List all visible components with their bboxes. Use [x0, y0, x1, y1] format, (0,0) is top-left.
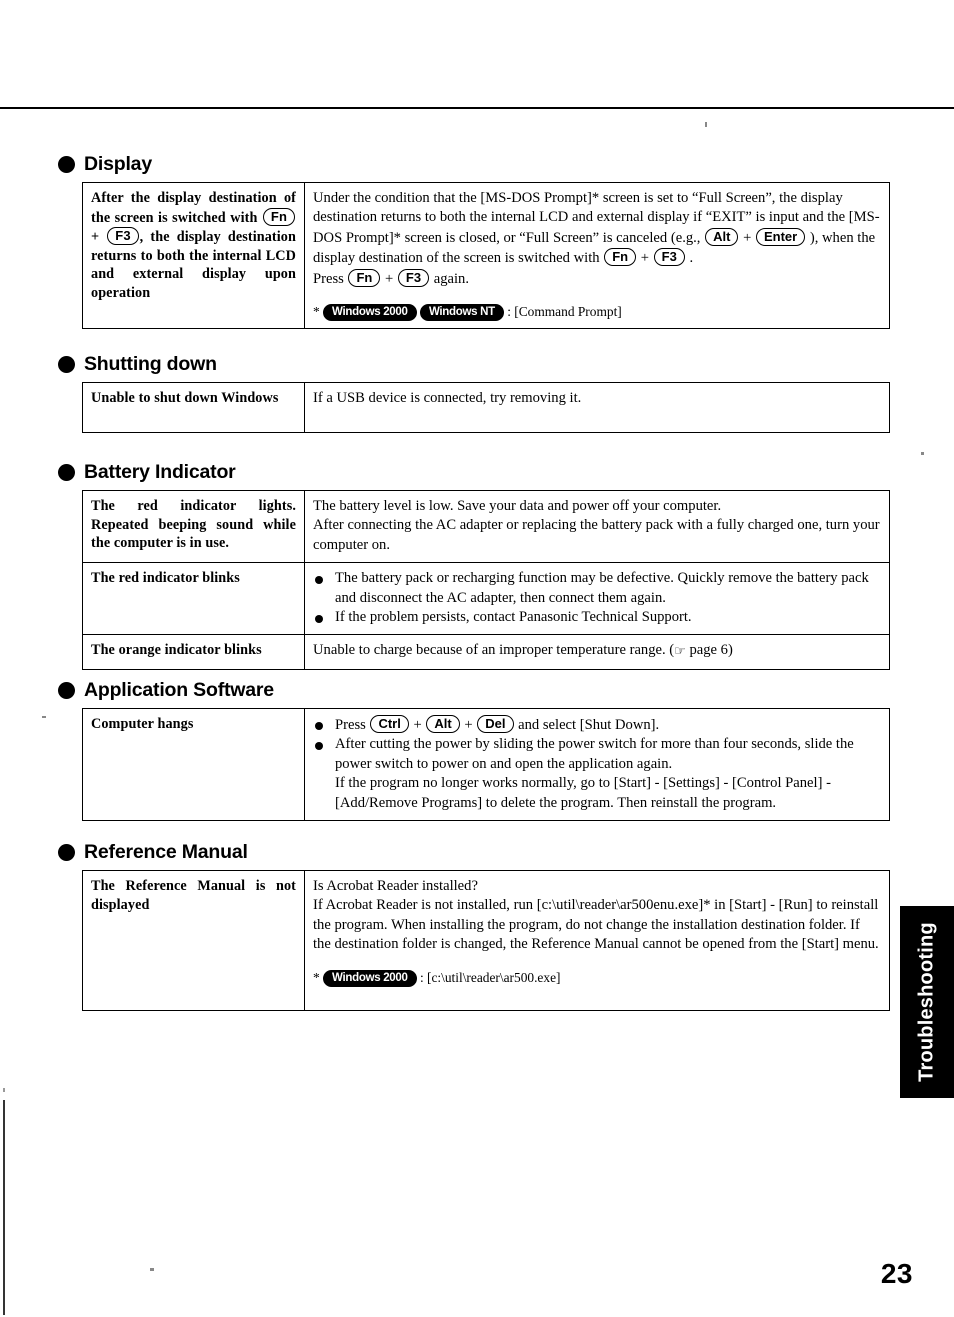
filled-circle-bullet-icon: [58, 355, 75, 373]
symptom-cell: The red indicator blinks: [82, 562, 305, 636]
page-number: 23: [880, 1258, 913, 1289]
key-cap-alt: Alt: [426, 715, 460, 733]
os-badge-windows-2000: Windows 2000: [323, 969, 417, 987]
symptom-text: After the display destination of the scr…: [91, 190, 296, 301]
section-heading: Display: [58, 152, 890, 176]
symptom-cell: Unable to shut down Windows: [82, 382, 305, 433]
solution-cell: Is Acrobat Reader installed? If Acrobat R…: [304, 870, 890, 1011]
solution-cell: The battery level is low. Save your data…: [304, 489, 890, 564]
solution-text: Under the condition that the [MS-DOS Pro…: [313, 190, 880, 287]
table-row: The red indicator lights. Repeated beepi…: [82, 489, 890, 564]
table-row: The red indicator blinks The battery pack…: [82, 562, 890, 636]
solution-cell: The battery pack or recharging function …: [304, 562, 890, 636]
symptom-cell: The red indicator lights. Repeated beepi…: [82, 489, 305, 564]
os-badge-windows-2000: Windows 2000: [323, 304, 417, 322]
scan-speck: [921, 452, 924, 455]
solution-text: Unable to charge because of an improper …: [313, 642, 733, 660]
symptom-text: Computer hangs: [91, 716, 194, 732]
key-cap-ctrl: Ctrl: [370, 715, 409, 733]
key-cap-del: Del: [477, 715, 514, 733]
key-cap-fn: Fn: [604, 248, 637, 267]
section-reference-manual: Reference Manual The Reference Manual is …: [58, 840, 890, 1011]
header-rule: [0, 107, 954, 109]
symptom-text: The red indicator blinks: [91, 570, 240, 587]
footnote: * Windows 2000 : [c:\util\reader\ar500.e…: [313, 969, 561, 987]
section-heading: Reference Manual: [58, 840, 890, 864]
symptom-text: The red indicator lights. Repeated beepi…: [91, 498, 296, 552]
troubleshooting-table: Computer hangs Press Ctrl + Alt + Del and…: [82, 707, 890, 822]
key-cap-alt: Alt: [705, 227, 739, 246]
section-heading: Battery Indicator: [58, 460, 890, 484]
symptom-text: The orange indicator blinks: [91, 642, 262, 659]
troubleshooting-table: The Reference Manual is not displayed Is …: [82, 870, 890, 1011]
troubleshooting-table: The red indicator lights. Repeated beepi…: [82, 489, 890, 670]
solution-cell: If a USB device is connected, try removi…: [304, 382, 890, 433]
troubleshooting-table: Unable to shut down Windows If a USB devi…: [82, 382, 890, 433]
solution-bullet-list: Press Ctrl + Alt + Del and select [Shut …: [313, 715, 881, 813]
filled-circle-bullet-icon: [58, 681, 75, 699]
section-shutting-down: Shutting down Unable to shut down Windows…: [58, 352, 890, 433]
section-heading-label: Battery Indicator: [84, 460, 236, 483]
solution-text: If a USB device is connected, try removi…: [313, 390, 582, 406]
solution-bullet-list: The battery pack or recharging function …: [313, 569, 881, 627]
section-display: Display After the display destination of …: [58, 152, 890, 330]
filled-circle-bullet-icon: [58, 155, 75, 173]
scan-speck: [705, 122, 707, 127]
symptom-cell: After the display destination of the scr…: [82, 181, 305, 330]
key-cap-fn: Fn: [348, 268, 381, 287]
list-item: Press Ctrl + Alt + Del and select [Shut …: [313, 715, 881, 735]
side-tab-troubleshooting: Troubleshooting: [900, 906, 954, 1098]
section-heading-label: Application Software: [84, 678, 274, 701]
list-item: After cutting the power by sliding the p…: [313, 735, 881, 813]
key-cap-fn: Fn: [262, 207, 295, 226]
filled-circle-bullet-icon: [58, 843, 75, 861]
key-cap-f3: F3: [653, 248, 685, 267]
solution-text: The battery level is low. Save your data…: [313, 498, 880, 553]
table-row: Computer hangs Press Ctrl + Alt + Del and…: [82, 707, 890, 822]
section-heading-label: Reference Manual: [84, 840, 248, 863]
list-item: The battery pack or recharging function …: [313, 569, 881, 608]
solution-cell: Under the condition that the [MS-DOS Pro…: [304, 181, 890, 330]
key-cap-enter: Enter: [755, 227, 806, 246]
troubleshooting-table: After the display destination of the scr…: [82, 181, 890, 330]
section-heading-label: Shutting down: [84, 352, 217, 375]
list-item: If the problem persists, contact Panason…: [313, 608, 881, 627]
section-heading-label: Display: [84, 152, 152, 175]
pointing-hand-icon: ☞: [674, 644, 686, 660]
symptom-text: Unable to shut down Windows: [91, 390, 279, 406]
symptom-cell: The Reference Manual is not displayed: [82, 870, 305, 1011]
table-row: Unable to shut down Windows If a USB devi…: [82, 382, 890, 433]
table-row: After the display destination of the scr…: [82, 181, 890, 330]
solution-cell: Unable to charge because of an improper …: [304, 634, 890, 670]
section-battery-indicator: Battery Indicator The red indicator light…: [58, 460, 890, 670]
os-badge-windows-nt: Windows NT: [419, 304, 504, 322]
section-heading: Application Software: [58, 678, 890, 702]
document-page: Display After the display destination of …: [0, 0, 954, 1317]
side-tab-label: Troubleshooting: [915, 922, 938, 1082]
filled-circle-bullet-icon: [58, 463, 75, 481]
scan-artifact-left-2: [3, 1088, 5, 1092]
key-cap-f3: F3: [397, 268, 430, 287]
key-cap-f3: F3: [107, 227, 139, 246]
symptom-text: The Reference Manual is not displayed: [91, 878, 296, 913]
section-application-software: Application Software Computer hangs Press …: [58, 678, 890, 822]
symptom-cell: The orange indicator blinks: [82, 634, 305, 670]
scan-speck: [42, 716, 46, 718]
footnote: * Windows 2000 Windows NT : [Command Pro…: [313, 304, 622, 322]
table-row: The orange indicator blinks Unable to cha…: [82, 634, 890, 670]
table-row: The Reference Manual is not displayed Is …: [82, 870, 890, 1011]
solution-cell: Press Ctrl + Alt + Del and select [Shut …: [304, 707, 890, 822]
section-heading: Shutting down: [58, 352, 890, 376]
solution-text: Is Acrobat Reader installed? If Acrobat R…: [313, 878, 879, 953]
symptom-cell: Computer hangs: [82, 707, 305, 822]
